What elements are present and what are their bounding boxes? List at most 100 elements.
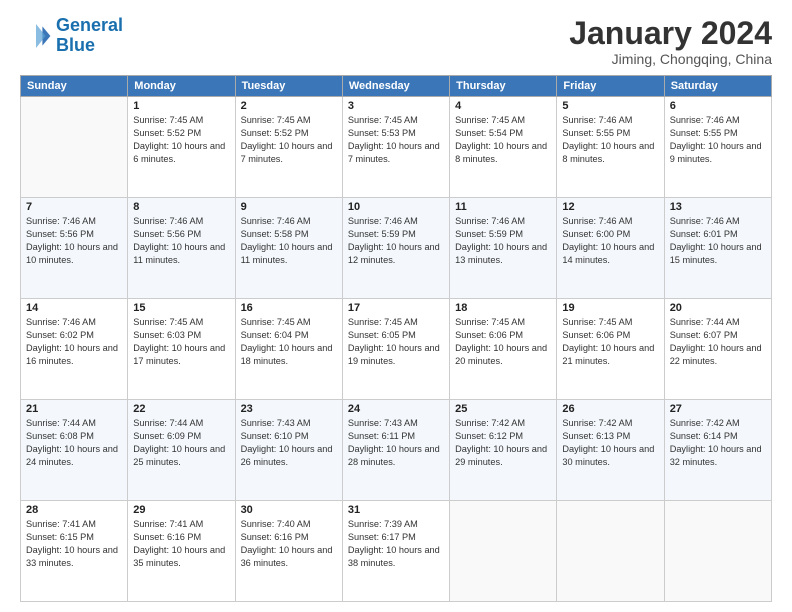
logo-icon — [20, 20, 52, 52]
calendar-cell — [664, 501, 771, 602]
day-number: 22 — [133, 403, 229, 415]
day-number: 12 — [562, 201, 658, 213]
day-info: Sunrise: 7:45 AMSunset: 6:06 PMDaylight:… — [455, 316, 551, 368]
calendar-cell: 8 Sunrise: 7:46 AMSunset: 5:56 PMDaylight… — [128, 198, 235, 299]
day-number: 16 — [241, 302, 337, 314]
calendar-body: 1 Sunrise: 7:45 AMSunset: 5:52 PMDaylight… — [21, 97, 772, 602]
day-header-saturday: Saturday — [664, 76, 771, 97]
day-number: 2 — [241, 100, 337, 112]
day-number: 13 — [670, 201, 766, 213]
day-header-sunday: Sunday — [21, 76, 128, 97]
day-info: Sunrise: 7:41 AMSunset: 6:16 PMDaylight:… — [133, 518, 229, 570]
day-info: Sunrise: 7:44 AMSunset: 6:07 PMDaylight:… — [670, 316, 766, 368]
calendar-cell: 4 Sunrise: 7:45 AMSunset: 5:54 PMDaylight… — [450, 97, 557, 198]
day-info: Sunrise: 7:46 AMSunset: 5:59 PMDaylight:… — [348, 215, 444, 267]
calendar-header: SundayMondayTuesdayWednesdayThursdayFrid… — [21, 76, 772, 97]
day-number: 23 — [241, 403, 337, 415]
day-number: 4 — [455, 100, 551, 112]
week-row: 14Sunrise: 7:46 AMSunset: 6:02 PMDayligh… — [21, 299, 772, 400]
day-info: Sunrise: 7:46 AMSunset: 5:55 PMDaylight:… — [670, 114, 766, 166]
calendar-cell: 6 Sunrise: 7:46 AMSunset: 5:55 PMDaylight… — [664, 97, 771, 198]
day-number: 25 — [455, 403, 551, 415]
header-row: SundayMondayTuesdayWednesdayThursdayFrid… — [21, 76, 772, 97]
calendar-cell: 15Sunrise: 7:45 AMSunset: 6:03 PMDayligh… — [128, 299, 235, 400]
calendar-cell: 18 Sunrise: 7:45 AMSunset: 6:06 PMDayligh… — [450, 299, 557, 400]
day-header-thursday: Thursday — [450, 76, 557, 97]
calendar-cell: 3Sunrise: 7:45 AMSunset: 5:53 PMDaylight… — [342, 97, 449, 198]
week-row: 7 Sunrise: 7:46 AMSunset: 5:56 PMDaylight… — [21, 198, 772, 299]
day-number: 8 — [133, 201, 229, 213]
day-number: 20 — [670, 302, 766, 314]
day-number: 27 — [670, 403, 766, 415]
day-number: 7 — [26, 201, 122, 213]
main-title: January 2024 — [569, 16, 772, 51]
day-info: Sunrise: 7:45 AMSunset: 5:54 PMDaylight:… — [455, 114, 551, 166]
calendar-cell: 29 Sunrise: 7:41 AMSunset: 6:16 PMDayligh… — [128, 501, 235, 602]
calendar-cell: 16 Sunrise: 7:45 AMSunset: 6:04 PMDayligh… — [235, 299, 342, 400]
calendar-cell: 24 Sunrise: 7:43 AMSunset: 6:11 PMDayligh… — [342, 400, 449, 501]
day-info: Sunrise: 7:46 AMSunset: 5:55 PMDaylight:… — [562, 114, 658, 166]
day-number: 29 — [133, 504, 229, 516]
calendar-cell — [557, 501, 664, 602]
day-info: Sunrise: 7:46 AMSunset: 5:56 PMDaylight:… — [26, 215, 122, 267]
calendar-cell: 9Sunrise: 7:46 AMSunset: 5:58 PMDaylight… — [235, 198, 342, 299]
day-info: Sunrise: 7:46 AMSunset: 6:01 PMDaylight:… — [670, 215, 766, 267]
header: General Blue January 2024 Jiming, Chongq… — [20, 16, 772, 67]
calendar-cell: 27Sunrise: 7:42 AMSunset: 6:14 PMDayligh… — [664, 400, 771, 501]
calendar-cell: 28 Sunrise: 7:41 AMSunset: 6:15 PMDayligh… — [21, 501, 128, 602]
day-header-monday: Monday — [128, 76, 235, 97]
logo: General Blue — [20, 16, 123, 56]
day-info: Sunrise: 7:45 AMSunset: 6:05 PMDaylight:… — [348, 316, 444, 368]
day-number: 10 — [348, 201, 444, 213]
day-header-friday: Friday — [557, 76, 664, 97]
day-info: Sunrise: 7:39 AMSunset: 6:17 PMDaylight:… — [348, 518, 444, 570]
calendar-cell: 19Sunrise: 7:45 AMSunset: 6:06 PMDayligh… — [557, 299, 664, 400]
day-header-wednesday: Wednesday — [342, 76, 449, 97]
day-info: Sunrise: 7:46 AMSunset: 6:00 PMDaylight:… — [562, 215, 658, 267]
title-block: January 2024 Jiming, Chongqing, China — [569, 16, 772, 67]
calendar-cell: 5 Sunrise: 7:46 AMSunset: 5:55 PMDaylight… — [557, 97, 664, 198]
day-header-tuesday: Tuesday — [235, 76, 342, 97]
calendar-cell: 22 Sunrise: 7:44 AMSunset: 6:09 PMDayligh… — [128, 400, 235, 501]
day-info: Sunrise: 7:45 AMSunset: 5:52 PMDaylight:… — [133, 114, 229, 166]
calendar-cell — [21, 97, 128, 198]
calendar-cell: 30Sunrise: 7:40 AMSunset: 6:16 PMDayligh… — [235, 501, 342, 602]
day-number: 17 — [348, 302, 444, 314]
calendar-cell: 10 Sunrise: 7:46 AMSunset: 5:59 PMDayligh… — [342, 198, 449, 299]
day-info: Sunrise: 7:42 AMSunset: 6:12 PMDaylight:… — [455, 417, 551, 469]
page: General Blue January 2024 Jiming, Chongq… — [0, 0, 792, 612]
day-number: 14 — [26, 302, 122, 314]
calendar-cell: 25 Sunrise: 7:42 AMSunset: 6:12 PMDayligh… — [450, 400, 557, 501]
calendar-cell: 11 Sunrise: 7:46 AMSunset: 5:59 PMDayligh… — [450, 198, 557, 299]
day-number: 6 — [670, 100, 766, 112]
day-number: 15 — [133, 302, 229, 314]
calendar-cell: 7 Sunrise: 7:46 AMSunset: 5:56 PMDaylight… — [21, 198, 128, 299]
day-number: 24 — [348, 403, 444, 415]
day-number: 26 — [562, 403, 658, 415]
day-info: Sunrise: 7:43 AMSunset: 6:11 PMDaylight:… — [348, 417, 444, 469]
week-row: 1 Sunrise: 7:45 AMSunset: 5:52 PMDaylight… — [21, 97, 772, 198]
day-number: 31 — [348, 504, 444, 516]
day-number: 1 — [133, 100, 229, 112]
day-number: 19 — [562, 302, 658, 314]
calendar-cell: 20 Sunrise: 7:44 AMSunset: 6:07 PMDayligh… — [664, 299, 771, 400]
day-number: 18 — [455, 302, 551, 314]
day-number: 21 — [26, 403, 122, 415]
calendar-cell: 23 Sunrise: 7:43 AMSunset: 6:10 PMDayligh… — [235, 400, 342, 501]
day-info: Sunrise: 7:41 AMSunset: 6:15 PMDaylight:… — [26, 518, 122, 570]
day-number: 28 — [26, 504, 122, 516]
logo-text: General Blue — [56, 16, 123, 56]
calendar-cell: 26 Sunrise: 7:42 AMSunset: 6:13 PMDayligh… — [557, 400, 664, 501]
day-info: Sunrise: 7:45 AMSunset: 6:04 PMDaylight:… — [241, 316, 337, 368]
day-info: Sunrise: 7:42 AMSunset: 6:13 PMDaylight:… — [562, 417, 658, 469]
day-number: 3 — [348, 100, 444, 112]
day-info: Sunrise: 7:46 AMSunset: 5:56 PMDaylight:… — [133, 215, 229, 267]
calendar-cell: 31 Sunrise: 7:39 AMSunset: 6:17 PMDayligh… — [342, 501, 449, 602]
day-info: Sunrise: 7:45 AMSunset: 5:52 PMDaylight:… — [241, 114, 337, 166]
day-info: Sunrise: 7:43 AMSunset: 6:10 PMDaylight:… — [241, 417, 337, 469]
calendar-cell — [450, 501, 557, 602]
day-number: 5 — [562, 100, 658, 112]
day-number: 11 — [455, 201, 551, 213]
day-info: Sunrise: 7:46 AMSunset: 5:59 PMDaylight:… — [455, 215, 551, 267]
day-info: Sunrise: 7:44 AMSunset: 6:09 PMDaylight:… — [133, 417, 229, 469]
